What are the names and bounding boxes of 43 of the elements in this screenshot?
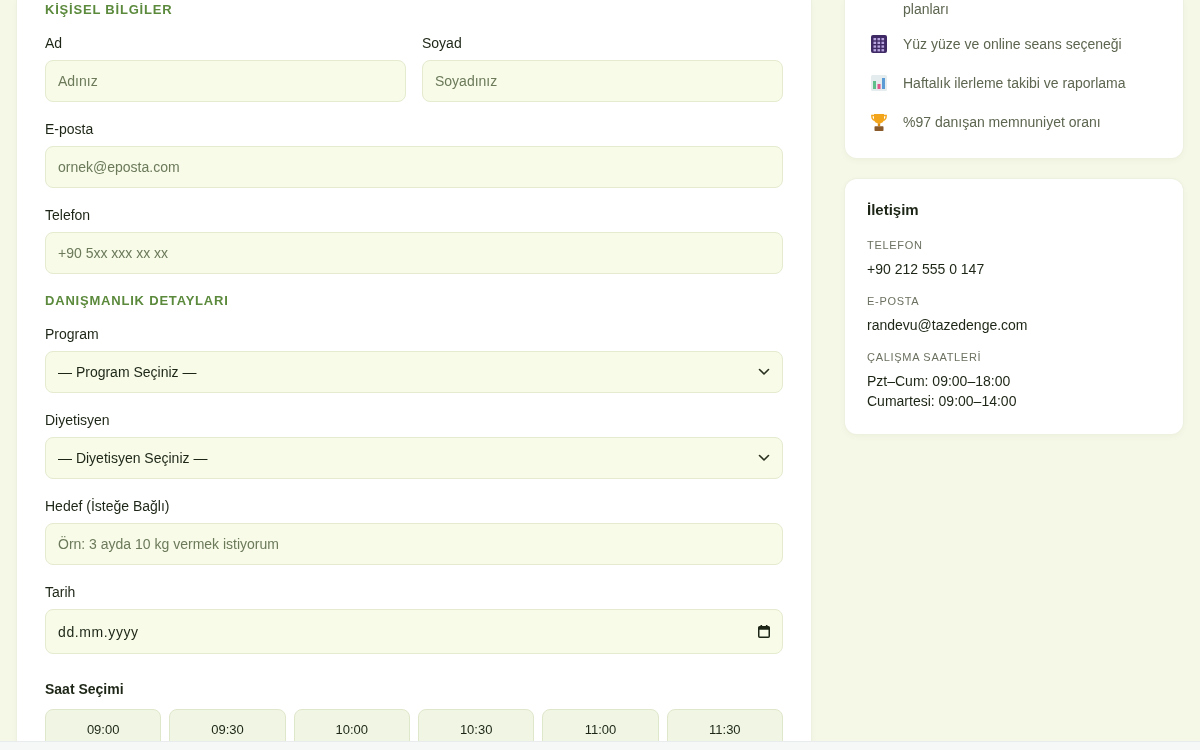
select-dropdown[interactable]: — Diyetisyen Seçiniz — — [45, 437, 783, 479]
field-label: Program — [45, 325, 99, 344]
select-dropdown[interactable]: — Program Seçiniz — — [45, 351, 783, 393]
field-label: E-posta — [45, 120, 94, 139]
time-slot-button[interactable]: 09:00 — [45, 709, 162, 741]
input-field[interactable]: Örn: 3 ayda 10 kg vermek istiyorum — [45, 523, 783, 565]
field-label: Hedef (İsteğe Bağlı) — [45, 497, 170, 516]
grid-tile-icon — [871, 34, 887, 53]
bar-chart-icon — [871, 73, 887, 92]
contact-label: E-POSTA — [867, 294, 920, 308]
feature-text: planları — [903, 0, 949, 18]
time-slot-button[interactable]: 09:30 — [169, 709, 286, 741]
input-field[interactable]: ornek@eposta.com — [45, 146, 783, 188]
contact-value: Cumartesi: 09:00–14:00 — [867, 392, 1017, 411]
field-label: Saat Seçimi — [45, 680, 124, 699]
chevron-down-icon — [758, 454, 770, 462]
date-field[interactable]: dd.mm.yyyy — [45, 609, 783, 654]
time-slot-button[interactable]: 11:00 — [542, 709, 659, 741]
field-label: Diyetisyen — [45, 411, 110, 430]
card-title: İletişim — [867, 201, 919, 219]
contact-value: +90 212 555 0 147 — [867, 260, 985, 279]
feature-text: Yüz yüze ve online seans seçeneği — [903, 34, 1122, 53]
time-slot-button[interactable]: 11:30 — [666, 709, 783, 741]
input-field[interactable]: +90 5xx xxx xx xx — [45, 232, 783, 274]
time-slot-button[interactable]: 10:30 — [418, 709, 535, 741]
feature-text: %97 danışan memnuniyet oranı — [903, 112, 1101, 131]
calendar-icon — [758, 625, 770, 638]
chevron-down-icon — [758, 368, 770, 376]
contact-value: randevu@tazedenge.com — [867, 316, 1028, 335]
trophy-icon — [871, 112, 887, 131]
field-label: Tarih — [45, 583, 76, 602]
field-label: Ad — [45, 34, 63, 53]
input-field[interactable]: Soyadınız — [422, 60, 783, 102]
contact-label: ÇALIŞMA SAATLERİ — [867, 350, 982, 364]
section-heading: DANIŞMANLIK DETAYLARI — [45, 294, 229, 307]
section-heading: KİŞİSEL BİLGİLER — [45, 3, 173, 16]
contact-value: Pzt–Cum: 09:00–18:00 — [867, 372, 1011, 391]
feature-text: Haftalık ilerleme takibi ve raporlama — [903, 73, 1126, 92]
contact-label: TELEFON — [867, 238, 923, 252]
input-field[interactable]: Adınız — [45, 60, 406, 102]
field-label: Soyad — [422, 34, 462, 53]
field-label: Telefon — [45, 206, 91, 225]
time-slot-button[interactable]: 10:00 — [293, 709, 410, 741]
